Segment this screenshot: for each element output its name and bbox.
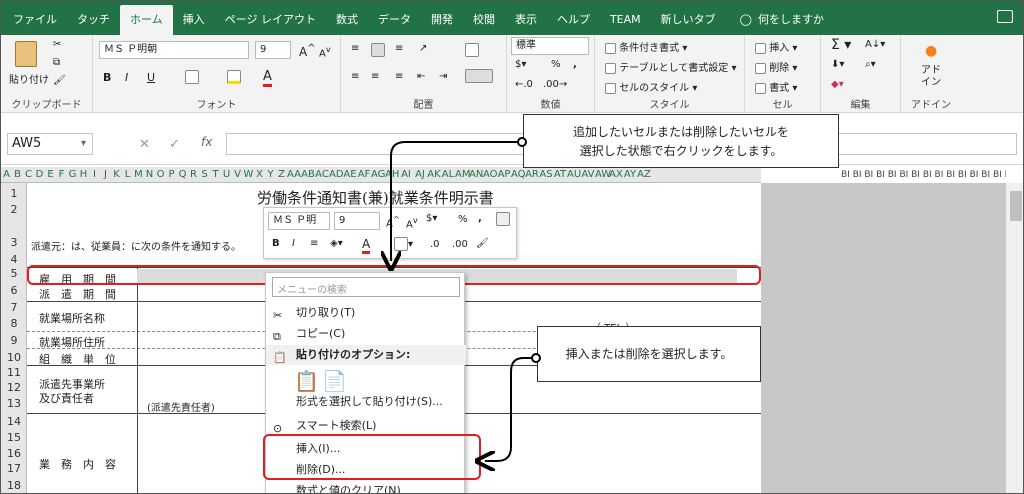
callout-arrows <box>1 137 541 494</box>
arrow-to-menu <box>485 357 532 461</box>
excel-window: ファイル タッチ ホーム 挿入 ページ レイアウト 数式 データ 開発 校閲 表… <box>0 0 1024 494</box>
arrow-origin-dot <box>517 137 527 147</box>
arrow-to-row <box>391 141 518 261</box>
arrow-origin-dot-2 <box>531 353 541 363</box>
